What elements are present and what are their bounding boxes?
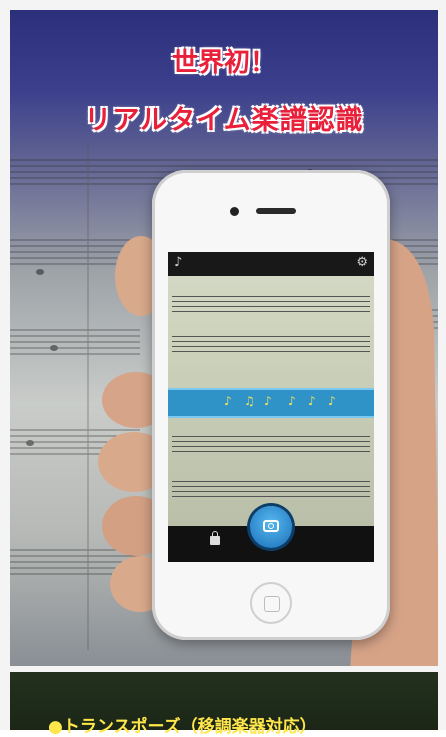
feature-transpose-text: ●トランスポーズ（移調楽器対応） (48, 717, 317, 737)
headline-realtime-recognition: リアルタイム楽譜認識 (84, 105, 364, 136)
promo-image: 世界初！ リアルタイム楽譜認識 ♪ ⚙ ♪ ♫ ♪ ♪ ♪ ♪ (10, 10, 438, 666)
camera-shutter-button[interactable] (250, 506, 292, 548)
app-top-bar: ♪ ⚙ (168, 252, 374, 276)
staff-line (172, 481, 370, 497)
music-note-icon[interactable]: ♪ (174, 255, 182, 270)
screenshot-frame: 世界初！ リアルタイム楽譜認識 ♪ ⚙ ♪ ♫ ♪ ♪ ♪ ♪ ●トランスポーズ… (0, 0, 446, 737)
staff-line (172, 436, 370, 452)
staff-line (172, 296, 370, 312)
earpiece-speaker (256, 208, 296, 214)
settings-icon[interactable]: ⚙ (356, 255, 368, 270)
home-button-icon[interactable] (250, 582, 292, 624)
staff-line (172, 336, 370, 352)
music-note-icon: ♪ (224, 394, 232, 408)
recognition-highlight-band: ♪ ♫ ♪ ♪ ♪ ♪ (168, 388, 374, 418)
music-note-icon: ♪ (308, 394, 316, 408)
music-note-icon: ♪ (288, 394, 296, 408)
music-note-icon: ♪ (264, 394, 272, 408)
music-note-icon: ♫ (244, 394, 255, 408)
feature-banner: ●トランスポーズ（移調楽器対応） (10, 672, 438, 737)
app-screen: ♪ ⚙ ♪ ♫ ♪ ♪ ♪ ♪ (168, 252, 374, 562)
camera-viewfinder: ♪ ♫ ♪ ♪ ♪ ♪ (168, 276, 374, 526)
lock-icon[interactable] (210, 531, 220, 545)
camera-icon (263, 520, 279, 532)
front-camera (230, 207, 239, 216)
music-note-icon: ♪ (328, 394, 336, 408)
iphone-device: ♪ ⚙ ♪ ♫ ♪ ♪ ♪ ♪ (152, 170, 390, 640)
headline-world-first: 世界初！ (171, 48, 276, 78)
